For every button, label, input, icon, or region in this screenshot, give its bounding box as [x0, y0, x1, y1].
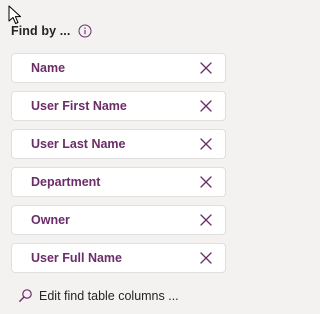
- search-icon: [18, 288, 33, 303]
- find-column-chip-name: Name: [11, 53, 226, 83]
- chip-label: User First Name: [31, 99, 127, 113]
- mouse-cursor-icon: [8, 5, 21, 24]
- find-column-chip-user-first-name: User First Name: [11, 91, 226, 121]
- chip-label: User Full Name: [31, 251, 123, 265]
- remove-icon[interactable]: [199, 175, 213, 189]
- info-icon[interactable]: [78, 24, 92, 38]
- find-column-chip-user-full-name: User Full Name: [11, 243, 226, 273]
- chip-label: Department: [31, 175, 101, 189]
- find-column-chip-owner: Owner: [11, 205, 226, 235]
- find-columns-list: Name User First Name User Last Name Depa…: [11, 53, 226, 281]
- chip-label: User Last Name: [31, 137, 126, 151]
- remove-icon[interactable]: [199, 99, 213, 113]
- find-column-chip-user-last-name: User Last Name: [11, 129, 226, 159]
- find-by-label: Find by ...: [11, 24, 71, 38]
- edit-find-columns-label: Edit find table columns ...: [39, 288, 179, 303]
- remove-icon[interactable]: [199, 137, 213, 151]
- remove-icon[interactable]: [199, 61, 213, 75]
- chip-label: Name: [31, 61, 66, 75]
- remove-icon[interactable]: [199, 251, 213, 265]
- remove-icon[interactable]: [199, 213, 213, 227]
- edit-find-columns-link[interactable]: Edit find table columns ...: [18, 288, 179, 303]
- find-by-header: Find by ...: [11, 23, 92, 39]
- chip-label: Owner: [31, 213, 70, 227]
- find-column-chip-department: Department: [11, 167, 226, 197]
